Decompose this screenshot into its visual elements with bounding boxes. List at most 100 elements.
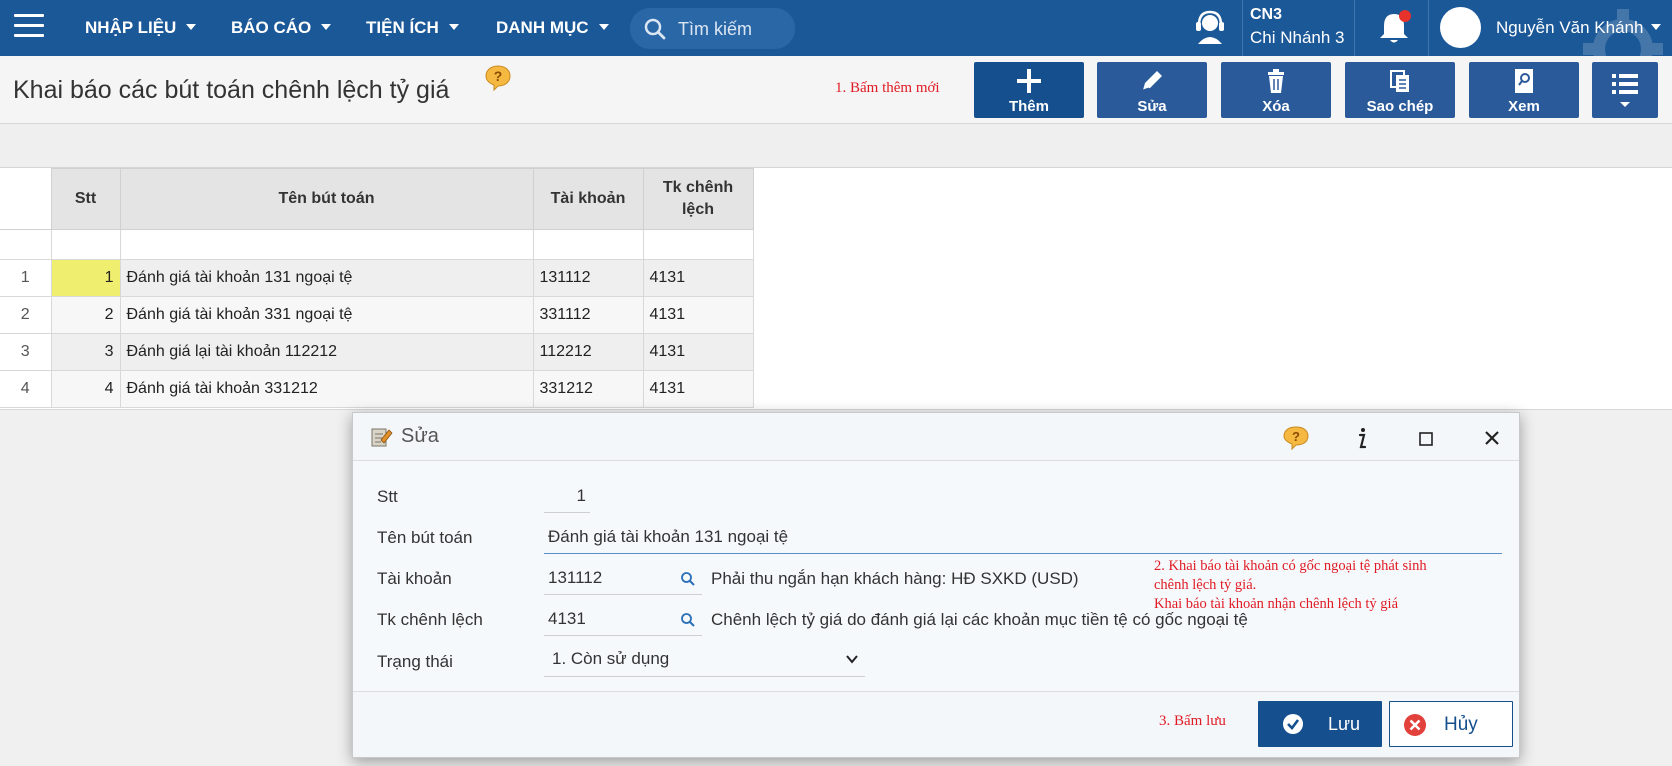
status-select[interactable]: 1. Còn sử dụng xyxy=(544,643,865,677)
table-row[interactable]: 3 3 Đánh giá lại tài khoản 112212 112212… xyxy=(0,333,754,371)
page-title: Khai báo các bút toán chênh lệch tỷ giá xyxy=(13,76,450,104)
cell-name[interactable]: Đánh giá lại tài khoản 112212 xyxy=(119,333,534,371)
dialog-footer: 3. Bấm lưu Lưu Hủy xyxy=(353,691,1519,757)
cell-name[interactable]: Đánh giá tài khoản 131 ngoại tệ xyxy=(119,259,534,297)
cell-name[interactable]: Đánh giá tài khoản 331 ngoại tệ xyxy=(119,296,534,334)
help-bubble-icon[interactable]: ? xyxy=(484,64,512,92)
view-button-label: Xem xyxy=(1508,98,1540,115)
account-input[interactable] xyxy=(544,561,702,595)
add-button[interactable]: Thêm xyxy=(974,62,1084,118)
notification-bell-icon[interactable] xyxy=(1374,8,1414,48)
cell-account[interactable]: 112212 xyxy=(532,333,644,371)
header-text: lệch xyxy=(681,201,714,218)
copy-button-label: Sao chép xyxy=(1366,98,1434,115)
nav-divider xyxy=(1354,0,1355,56)
plus-icon xyxy=(1017,69,1041,93)
branch-selector[interactable]: CN3 Chi Nhánh 3 xyxy=(1250,6,1350,48)
support-headset-icon[interactable] xyxy=(1190,8,1230,48)
column-header-name[interactable]: Tên bút toán xyxy=(119,168,534,230)
data-grid-area: Stt Tên bút toán Tài khoản Tk chênh lệch … xyxy=(0,168,1672,410)
diff-account-input[interactable] xyxy=(544,602,702,636)
cancel-button[interactable]: Hủy xyxy=(1389,701,1513,747)
check-circle-icon xyxy=(1283,714,1303,734)
cancel-circle-icon xyxy=(1404,714,1426,736)
top-navigation-bar: NHẬP LIỆU BÁO CÁO TIỆN ÍCH DANH MỤC CN3 … xyxy=(0,0,1672,84)
cell-name[interactable]: Đánh giá tài khoản 331212 xyxy=(119,370,534,408)
pencil-icon xyxy=(1142,71,1162,91)
delete-button[interactable]: Xóa xyxy=(1221,62,1331,118)
close-icon[interactable] xyxy=(1477,423,1507,453)
stt-input[interactable] xyxy=(544,479,590,513)
nav-menu-bao-cao[interactable]: BÁO CÁO xyxy=(231,0,332,56)
cell-account[interactable]: 331212 xyxy=(532,370,644,408)
caret-down-icon xyxy=(448,23,459,30)
cell-diff[interactable]: 4131 xyxy=(642,370,754,408)
cell-diff[interactable]: 4131 xyxy=(642,259,754,297)
add-button-label: Thêm xyxy=(1008,98,1049,115)
save-button[interactable]: Lưu xyxy=(1258,701,1382,747)
help-bubble-icon[interactable]: ? xyxy=(1281,423,1311,453)
annotation-line: 2. Khai báo tài khoản có gốc ngoại tệ ph… xyxy=(1154,558,1427,574)
more-menu-button[interactable] xyxy=(1592,62,1658,118)
edit-dialog: Sửa ? Stt Tên bút toán Tài khoản Phải th… xyxy=(352,412,1520,758)
cell-stt[interactable]: 4 xyxy=(50,370,121,408)
avatar[interactable] xyxy=(1440,7,1481,48)
search-icon[interactable] xyxy=(680,612,696,628)
nav-menu-label: TIỆN ÍCH xyxy=(366,18,439,37)
table-row[interactable]: 2 2 Đánh giá tài khoản 331 ngoại tệ 3311… xyxy=(0,296,754,334)
save-button-label: Lưu xyxy=(1328,714,1361,734)
search-icon[interactable] xyxy=(680,571,696,587)
table-row[interactable]: 1 1 Đánh giá tài khoản 131 ngoại tệ 1311… xyxy=(0,259,754,297)
search-box xyxy=(630,8,795,49)
cell-diff[interactable]: 4131 xyxy=(642,333,754,371)
list-menu-icon xyxy=(1612,74,1638,107)
row-number: 4 xyxy=(0,370,52,408)
entry-name-input[interactable] xyxy=(544,520,1502,554)
filter-cell-diff[interactable] xyxy=(642,229,754,260)
column-header-account[interactable]: Tài khoản xyxy=(532,168,644,230)
delete-button-label: Xóa xyxy=(1262,98,1290,115)
branch-name: Chi Nhánh 3 xyxy=(1250,28,1345,47)
nav-menu-tien-ich[interactable]: TIỆN ÍCH xyxy=(366,0,459,56)
branch-code: CN3 xyxy=(1250,6,1283,23)
account-label: Tài khoản xyxy=(377,569,452,588)
status-label: Trạng thái xyxy=(377,652,453,671)
view-button[interactable]: Xem xyxy=(1469,62,1579,118)
account-description: Phải thu ngắn hạn khách hàng: HĐ SXKD (U… xyxy=(711,569,1079,588)
annotation-save: 3. Bấm lưu xyxy=(1159,713,1226,729)
info-icon[interactable] xyxy=(1346,423,1376,453)
nav-divider xyxy=(1242,0,1243,56)
cell-account[interactable]: 131112 xyxy=(532,259,644,297)
annotation-add: 1. Bấm thêm mới xyxy=(835,80,940,96)
maximize-icon[interactable] xyxy=(1411,423,1441,453)
edit-button[interactable]: Sửa xyxy=(1097,62,1207,118)
caret-down-icon xyxy=(321,23,332,30)
nav-menu-nhap-lieu[interactable]: NHẬP LIỆU xyxy=(85,0,197,56)
filter-bar xyxy=(0,124,1672,168)
search-input[interactable] xyxy=(678,16,788,42)
nav-menu-label: NHẬP LIỆU xyxy=(85,18,177,37)
name-label: Tên bút toán xyxy=(377,528,473,547)
search-icon[interactable] xyxy=(644,18,666,40)
cell-diff[interactable]: 4131 xyxy=(642,296,754,334)
cell-stt[interactable]: 2 xyxy=(50,296,121,334)
cell-stt[interactable]: 1 xyxy=(50,259,121,297)
copy-button[interactable]: Sao chép xyxy=(1345,62,1455,118)
cell-account[interactable]: 331112 xyxy=(532,296,644,334)
filter-cell-account[interactable] xyxy=(532,229,644,260)
table-row[interactable]: 4 4 Đánh giá tài khoản 331212 331212 413… xyxy=(0,370,754,408)
annotation-line: Khai báo tài khoản nhận chênh lệch tỷ gi… xyxy=(1154,596,1399,612)
caret-down-icon xyxy=(186,23,197,30)
chevron-down-icon xyxy=(846,655,858,664)
filter-cell-stt[interactable] xyxy=(50,229,121,260)
dialog-title: Sửa xyxy=(401,425,439,447)
hamburger-menu-icon[interactable] xyxy=(14,14,44,40)
nav-divider xyxy=(1428,0,1429,56)
data-grid: Stt Tên bút toán Tài khoản Tk chênh lệch … xyxy=(0,168,754,408)
filter-cell-name[interactable] xyxy=(119,229,534,260)
stt-label: Stt xyxy=(377,487,398,506)
nav-menu-danh-muc[interactable]: DANH MỤC xyxy=(496,0,609,56)
column-header-stt[interactable]: Stt xyxy=(50,168,121,230)
cell-stt[interactable]: 3 xyxy=(50,333,121,371)
column-header-diff-account[interactable]: Tk chênh lệch xyxy=(642,168,754,230)
